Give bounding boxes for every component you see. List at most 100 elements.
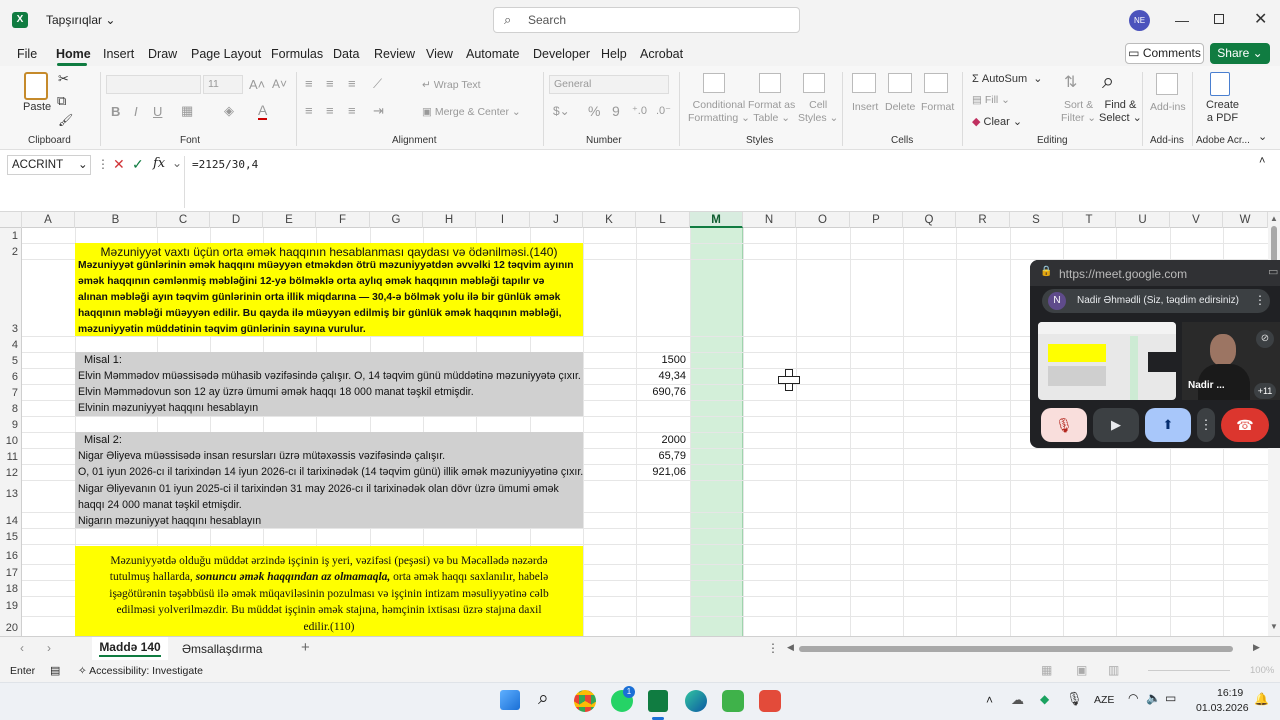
- macro-icon[interactable]: ▤: [50, 664, 60, 677]
- avatar[interactable]: NE: [1129, 10, 1150, 31]
- row-header[interactable]: 10: [0, 435, 22, 447]
- column-header[interactable]: V: [1170, 212, 1223, 228]
- menu-home[interactable]: Home: [56, 47, 91, 61]
- example-2-line[interactable]: O, 01 iyun 2026-cı il tarixindən 14 iyun…: [78, 466, 583, 478]
- currency-icon[interactable]: $⌄: [553, 104, 570, 118]
- menu-view[interactable]: View: [426, 47, 453, 61]
- column-header[interactable]: T: [1063, 212, 1116, 228]
- camtasia-red-icon[interactable]: [759, 690, 781, 712]
- add-sheet-icon[interactable]: +: [301, 639, 310, 656]
- example-2-line[interactable]: Nigarın məzuniyyət haqqını hesablayın: [78, 515, 261, 527]
- value-cell[interactable]: 921,06: [636, 466, 686, 478]
- clear-button[interactable]: ◆ Clear ⌄: [972, 115, 1022, 128]
- windows-start-icon[interactable]: [500, 690, 520, 710]
- more-options-icon[interactable]: ⋮: [97, 157, 109, 171]
- row-header[interactable]: 6: [0, 371, 22, 383]
- example-2-line[interactable]: haqqı 24 000 manat təşkil etmişdir.: [78, 499, 242, 511]
- example-1-line[interactable]: Elvin Məmmədovun son 12 ay üzrə ümumi əm…: [78, 386, 474, 398]
- paste-button[interactable]: Paste: [23, 101, 51, 113]
- add-ins-button[interactable]: Add-ins: [1150, 101, 1186, 113]
- clock-time[interactable]: 16:19: [1217, 687, 1243, 699]
- autosum-button[interactable]: Σ AutoSum ⌄: [972, 72, 1042, 85]
- row-header[interactable]: 16: [0, 550, 22, 562]
- meet-overlay[interactable]: 🔒 https://meet.google.com ▭ N Nadir Əhmə…: [1030, 260, 1280, 448]
- microphone-icon[interactable]: 🎙: [1066, 691, 1083, 707]
- menu-data[interactable]: Data: [333, 47, 359, 61]
- menu-draw[interactable]: Draw: [148, 47, 177, 61]
- value-cell[interactable]: 2000: [636, 434, 686, 446]
- column-header[interactable]: U: [1116, 212, 1170, 228]
- create-pdf-button[interactable]: Create a PDF: [1206, 99, 1239, 125]
- row-header[interactable]: 20: [0, 622, 22, 634]
- column-header[interactable]: S: [1010, 212, 1063, 228]
- delete-cells-button[interactable]: Delete: [885, 101, 915, 113]
- row-header[interactable]: 3: [0, 323, 22, 335]
- value-cell[interactable]: 49,34: [636, 370, 686, 382]
- format-painter-icon[interactable]: 🖌: [58, 113, 73, 127]
- next-sheet-icon[interactable]: ›: [47, 641, 51, 655]
- notifications-icon[interactable]: 🔔: [1254, 692, 1269, 706]
- close-icon[interactable]: ✕: [1254, 9, 1267, 29]
- workbook-title[interactable]: Tapşırıqlar ⌄: [46, 13, 115, 27]
- row-header[interactable]: 7: [0, 387, 22, 399]
- security-icon[interactable]: ◆: [1040, 692, 1049, 706]
- end-call-button[interactable]: ☎: [1221, 408, 1269, 442]
- search-box[interactable]: ⌕ Search: [493, 7, 800, 33]
- formula-input[interactable]: =2125/30,4: [192, 158, 258, 171]
- volume-icon[interactable]: 🔈: [1146, 691, 1161, 705]
- edge-icon[interactable]: [685, 690, 707, 712]
- wifi-icon[interactable]: ◠: [1128, 691, 1138, 705]
- scroll-up-icon[interactable]: ▲: [1270, 214, 1278, 223]
- example-1-line[interactable]: Elvin Məmmədov müəssisədə mühasib vəzifə…: [78, 370, 581, 382]
- borders-icon[interactable]: ▦: [181, 103, 193, 119]
- prev-sheet-icon[interactable]: ‹: [20, 641, 24, 655]
- align-left-icon[interactable]: ≡: [305, 103, 313, 118]
- camtasia-green-icon[interactable]: [722, 690, 744, 712]
- more-participants-badge[interactable]: +11: [1254, 383, 1276, 399]
- present-button[interactable]: ⬆: [1145, 408, 1191, 442]
- horizontal-scrollbar[interactable]: ◀ ▶: [787, 642, 1263, 655]
- column-header[interactable]: I: [476, 212, 530, 228]
- page-break-view-icon[interactable]: ▥: [1108, 663, 1119, 677]
- zoom-slider[interactable]: [1148, 670, 1230, 671]
- row-header[interactable]: 18: [0, 583, 22, 595]
- row-header[interactable]: 19: [0, 600, 22, 612]
- row-header[interactable]: 8: [0, 403, 22, 415]
- column-header[interactable]: K: [583, 212, 636, 228]
- menu-automate[interactable]: Automate: [466, 47, 520, 61]
- sheet-title[interactable]: Məzuniyyət vaxtı üçün orta əmək haqqının…: [75, 245, 583, 259]
- column-header[interactable]: R: [956, 212, 1010, 228]
- number-format-select[interactable]: General: [549, 75, 669, 94]
- align-middle-icon[interactable]: ≡: [326, 76, 334, 91]
- row-header[interactable]: 17: [0, 567, 22, 579]
- paste-icon[interactable]: [24, 72, 48, 100]
- column-header[interactable]: N: [743, 212, 796, 228]
- cancel-formula-icon[interactable]: ✕: [113, 156, 125, 173]
- excel-taskbar-icon[interactable]: [648, 690, 668, 712]
- row-header[interactable]: 11: [0, 451, 22, 463]
- column-header[interactable]: D: [210, 212, 263, 228]
- orientation-icon[interactable]: ⟋: [373, 76, 382, 92]
- comma-icon[interactable]: 9: [612, 103, 620, 119]
- scroll-left-icon[interactable]: ◀: [787, 642, 794, 653]
- conditional-formatting-button[interactable]: Conditional Formatting ⌄: [688, 99, 750, 125]
- row-header[interactable]: 4: [0, 339, 22, 351]
- shrink-font-icon[interactable]: A˅: [272, 77, 287, 91]
- format-cells-button[interactable]: Format: [921, 101, 954, 113]
- align-top-icon[interactable]: ≡: [305, 76, 313, 91]
- camera-button[interactable]: ▶: [1093, 408, 1139, 442]
- scroll-right-icon[interactable]: ▶: [1253, 642, 1260, 653]
- value-cell[interactable]: 1500: [636, 354, 686, 366]
- more-options-icon[interactable]: ⋮: [1197, 408, 1215, 442]
- popout-icon[interactable]: ▭: [1268, 265, 1278, 278]
- keyboard-language[interactable]: AZE: [1094, 694, 1114, 706]
- row-header[interactable]: 13: [0, 488, 22, 500]
- align-right-icon[interactable]: ≡: [348, 103, 356, 118]
- chevron-up-icon[interactable]: ˄: [986, 693, 993, 707]
- column-header[interactable]: J: [530, 212, 583, 228]
- font-color-icon[interactable]: A: [258, 102, 268, 120]
- copy-icon[interactable]: ⧉: [57, 93, 66, 109]
- normal-view-icon[interactable]: ▦: [1041, 663, 1052, 677]
- column-header[interactable]: Q: [903, 212, 956, 228]
- presenter-bar[interactable]: N Nadir Əhmədli (Siz, təqdim edirsiniz) …: [1042, 289, 1270, 313]
